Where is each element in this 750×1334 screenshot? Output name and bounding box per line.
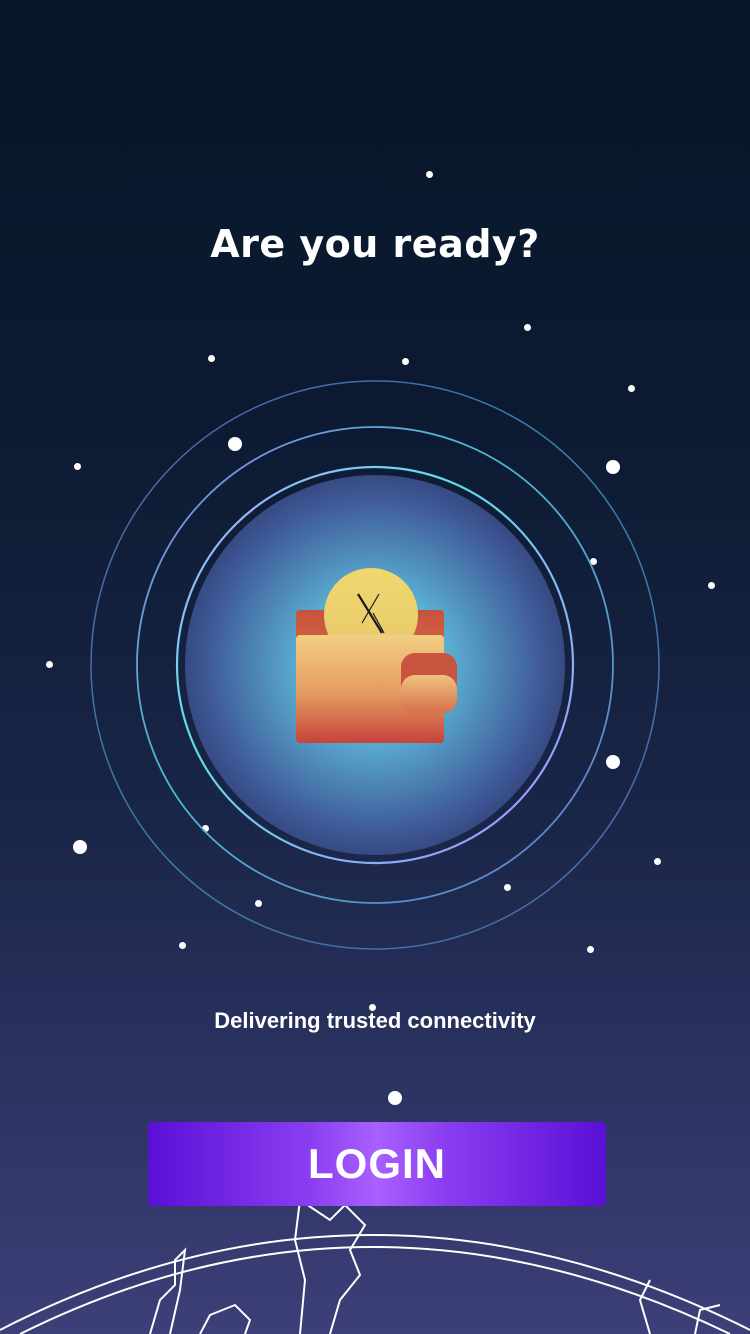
tagline: Delivering trusted connectivity <box>214 1008 536 1033</box>
login-button[interactable]: LOGIN <box>148 1122 606 1206</box>
star <box>208 355 215 362</box>
star <box>46 661 53 668</box>
wallet-icon <box>296 568 457 743</box>
hero-illustration <box>75 365 675 965</box>
star <box>426 171 433 178</box>
star <box>388 1091 402 1105</box>
onboarding-screen: Are you ready? Delivering trusted connec… <box>0 0 750 1334</box>
page-title: Are you ready? <box>210 222 540 266</box>
star <box>524 324 531 331</box>
star <box>708 582 715 589</box>
star <box>402 358 409 365</box>
